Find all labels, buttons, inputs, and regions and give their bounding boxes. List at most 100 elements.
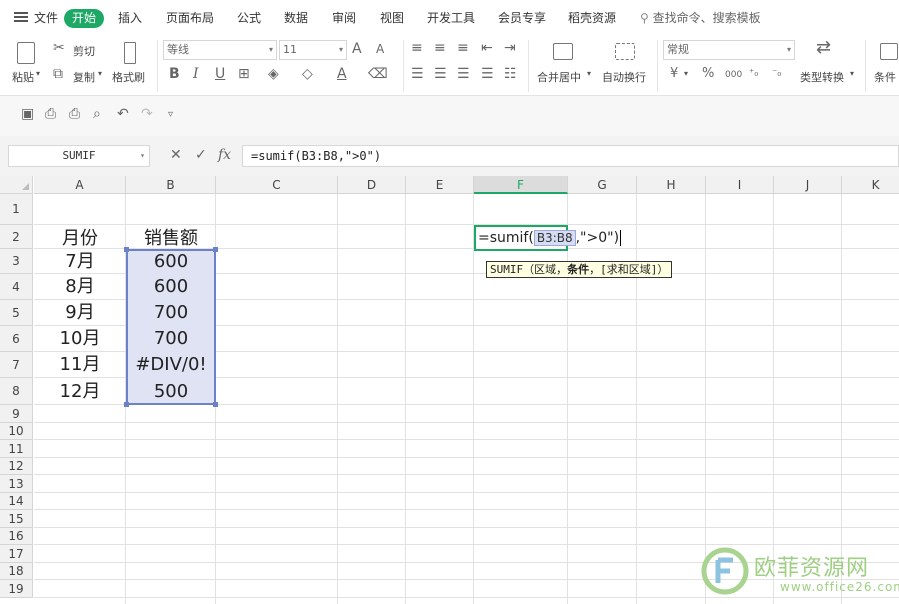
row-header-9[interactable]: 9 <box>0 405 33 423</box>
export-pdf-icon[interactable]: ⎙ <box>45 106 56 122</box>
insert-function-button[interactable]: fx <box>218 147 231 163</box>
row-header-10[interactable]: 10 <box>0 423 33 440</box>
menu-tab-member[interactable]: 会员专享 <box>498 9 546 26</box>
align-center-icon[interactable]: ☰ <box>434 67 447 81</box>
cell-a6[interactable]: 10月 <box>34 326 126 352</box>
menu-tab-insert[interactable]: 插入 <box>118 9 142 26</box>
menu-file[interactable]: 文件 <box>34 9 58 26</box>
thousands-button[interactable]: 000 <box>725 68 742 82</box>
undo-icon[interactable]: ↶ <box>117 106 129 122</box>
paste-icon[interactable] <box>17 42 35 64</box>
cut-button[interactable]: 剪切 <box>73 43 95 59</box>
name-box[interactable]: SUMIF ▾ <box>8 145 150 167</box>
distributed-icon[interactable]: ☷ <box>504 67 517 81</box>
menu-tab-data[interactable]: 数据 <box>284 9 308 26</box>
cell-b3[interactable]: 600 <box>126 249 216 274</box>
menu-tab-docer[interactable]: 稻壳资源 <box>568 9 616 26</box>
row-header-16[interactable]: 16 <box>0 528 33 545</box>
row-header-5[interactable]: 5 <box>0 300 33 326</box>
row-header-17[interactable]: 17 <box>0 545 33 563</box>
column-header-f[interactable]: F <box>474 176 568 194</box>
copy-button[interactable]: 复制 <box>73 69 95 85</box>
format-painter-button[interactable]: 格式刷 <box>112 69 145 85</box>
conditional-format-button[interactable]: 条件 <box>874 69 896 85</box>
wrap-text-button[interactable]: 自动换行 <box>602 69 646 85</box>
underline-icon[interactable]: U <box>215 67 225 81</box>
column-header-a[interactable]: A <box>34 176 126 194</box>
select-all-corner[interactable] <box>0 176 33 194</box>
column-header-e[interactable]: E <box>406 176 474 194</box>
row-header-11[interactable]: 11 <box>0 440 33 458</box>
column-header-b[interactable]: B <box>126 176 216 194</box>
increase-decimal-icon[interactable]: ⁺₀ <box>749 67 758 81</box>
row-header-1[interactable]: 1 <box>0 194 33 225</box>
align-bottom-icon[interactable]: ≡ <box>457 41 469 55</box>
cell-f2-editing[interactable]: =sumif(B3:B8 ,">0") <box>474 225 622 251</box>
print-preview-icon[interactable]: ⌕ <box>93 106 101 122</box>
row-header-6[interactable]: 6 <box>0 326 33 352</box>
cell-b2[interactable]: 销售额 <box>126 226 216 251</box>
bold-icon[interactable]: B <box>169 67 180 81</box>
cell-a4[interactable]: 8月 <box>34 274 126 300</box>
hamburger-menu-icon[interactable] <box>14 12 28 22</box>
indent-increase-icon[interactable]: ⇥ <box>504 41 516 55</box>
cell-b4[interactable]: 600 <box>126 274 216 300</box>
menu-tab-view[interactable]: 视图 <box>380 9 404 26</box>
save-icon[interactable]: ▣ <box>21 106 34 122</box>
column-header-d[interactable]: D <box>338 176 406 194</box>
row-header-19[interactable]: 19 <box>0 580 33 598</box>
percent-button[interactable]: % <box>702 67 714 81</box>
cell-a8[interactable]: 12月 <box>34 378 126 405</box>
decrease-font-icon[interactable]: A <box>376 42 384 56</box>
row-header-18[interactable]: 18 <box>0 563 33 580</box>
row-header-2[interactable]: 2 <box>0 225 33 249</box>
currency-dropdown-icon[interactable]: ▾ <box>684 69 688 78</box>
row-header-13[interactable]: 13 <box>0 475 33 493</box>
type-convert-dropdown-icon[interactable]: ▾ <box>850 69 854 78</box>
merge-center-button[interactable]: 合并居中 <box>537 69 581 85</box>
row-header-7[interactable]: 7 <box>0 352 33 378</box>
cell-a5[interactable]: 9月 <box>34 300 126 326</box>
menu-tab-home[interactable]: 开始 <box>64 9 104 28</box>
column-header-j[interactable]: J <box>774 176 842 194</box>
confirm-icon[interactable]: ✓ <box>195 147 207 163</box>
cancel-icon[interactable]: ✕ <box>170 147 182 163</box>
merge-dropdown-icon[interactable]: ▾ <box>587 69 591 78</box>
column-header-g[interactable]: G <box>568 176 637 194</box>
print-icon[interactable]: ⎙ <box>69 106 80 122</box>
indent-decrease-icon[interactable]: ⇤ <box>481 41 493 55</box>
row-header-12[interactable]: 12 <box>0 458 33 475</box>
copy-dropdown-icon[interactable]: ▾ <box>98 69 102 78</box>
row-header-3[interactable]: 3 <box>0 249 33 274</box>
eraser-icon[interactable]: ⌫ <box>368 67 388 81</box>
align-top-icon[interactable]: ≡ <box>411 41 423 55</box>
customize-toolbar-icon[interactable]: ▿ <box>168 109 173 120</box>
row-header-4[interactable]: 4 <box>0 274 33 300</box>
row-header-8[interactable]: 8 <box>0 378 33 405</box>
column-header-i[interactable]: I <box>706 176 774 194</box>
row-header-14[interactable]: 14 <box>0 493 33 510</box>
column-header-k[interactable]: K <box>842 176 899 194</box>
menu-search[interactable]: ⚲ 查找命令、搜索模板 <box>640 9 761 26</box>
column-header-c[interactable]: C <box>216 176 338 194</box>
menu-tab-review[interactable]: 审阅 <box>332 9 356 26</box>
formula-input[interactable]: =sumif(B3:B8,">0") <box>242 145 899 167</box>
menu-tab-formulas[interactable]: 公式 <box>237 9 261 26</box>
paste-dropdown-icon[interactable]: ▾ <box>36 69 40 78</box>
currency-button[interactable]: ¥ <box>670 67 678 81</box>
cell-a7[interactable]: 11月 <box>34 352 126 378</box>
type-convert-button[interactable]: 类型转换 <box>800 69 844 85</box>
column-header-h[interactable]: H <box>637 176 706 194</box>
justify-icon[interactable]: ☰ <box>481 67 494 81</box>
cell-a2[interactable]: 月份 <box>34 226 126 251</box>
cell-b6[interactable]: 700 <box>126 326 216 352</box>
align-right-icon[interactable]: ☰ <box>457 67 470 81</box>
font-size-select[interactable]: 11 ▾ <box>279 40 347 60</box>
italic-icon[interactable]: I <box>193 67 199 81</box>
row-header-15[interactable]: 15 <box>0 510 33 528</box>
menu-tab-developer[interactable]: 开发工具 <box>427 9 475 26</box>
align-middle-icon[interactable]: ≡ <box>434 41 446 55</box>
increase-font-icon[interactable]: A <box>352 42 362 56</box>
cell-b8[interactable]: 500 <box>126 378 216 405</box>
text-color-icon[interactable]: A <box>337 67 347 81</box>
